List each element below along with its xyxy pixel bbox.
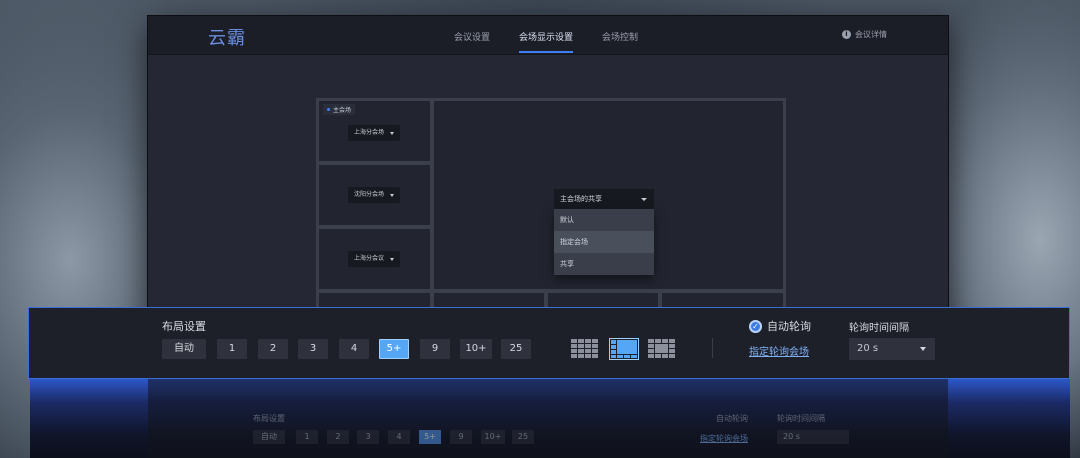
reflection-content: 布局设置 自动 1 2 3 4 5+ 9 10+ 25 自动轮询 指定轮询会场 … xyxy=(30,379,1070,458)
panel-divider xyxy=(712,338,713,358)
cell-venue-2[interactable]: 沈阳分会场 xyxy=(319,165,430,225)
focus-layout-icon[interactable] xyxy=(609,338,639,360)
reflection-button-auto: 自动 xyxy=(253,430,285,444)
specify-rotation-venues-link[interactable]: 指定轮询会场 xyxy=(749,343,809,358)
reflection-interval-value: 20 s xyxy=(777,430,849,444)
share-source-dropdown: 默认 指定会场 共享 xyxy=(554,209,654,275)
main-venue-label: 主会场 xyxy=(333,107,352,114)
dropdown-option-share[interactable]: 共享 xyxy=(554,253,654,275)
reflection-button-1: 1 xyxy=(296,430,318,444)
tab-venue-display-settings[interactable]: 会场显示设置 xyxy=(519,30,574,53)
cell-main-venue[interactable]: 主会场 上海分会场 xyxy=(319,101,430,161)
layout-button-5plus[interactable]: 5+ xyxy=(379,339,409,359)
grid-layout-icon[interactable] xyxy=(570,338,600,360)
share-source-select[interactable]: 主会场的共享 xyxy=(554,189,654,209)
reflection-link: 指定轮询会场 xyxy=(700,434,748,443)
auto-rotate-label: 自动轮询 xyxy=(767,320,811,333)
layout-button-2[interactable]: 2 xyxy=(258,339,288,359)
tab-venue-control[interactable]: 会场控制 xyxy=(602,30,638,43)
venue-select-1[interactable]: 上海分会场 xyxy=(348,125,401,141)
reflection-interval-label: 轮询时间间隔 xyxy=(777,414,825,423)
mixed-layout-icon[interactable] xyxy=(647,338,677,360)
reflection-button-5plus: 5+ xyxy=(419,430,441,444)
panel-reflection: 布局设置 自动 1 2 3 4 5+ 9 10+ 25 自动轮询 指定轮询会场 … xyxy=(30,379,1070,458)
venue-select-3[interactable]: 上海分会议 xyxy=(348,251,401,267)
reflection-auto-rotate: 自动轮询 xyxy=(716,414,748,423)
layout-button-1[interactable]: 1 xyxy=(217,339,247,359)
cell-venue-3[interactable]: 上海分会议 xyxy=(319,229,430,289)
main-venue-tag: 主会场 xyxy=(323,104,356,115)
layout-button-9[interactable]: 9 xyxy=(420,339,450,359)
rotation-interval-select[interactable]: 20 s xyxy=(849,338,935,360)
layout-button-10plus[interactable]: 10+ xyxy=(460,339,492,359)
reflection-button-4: 4 xyxy=(388,430,410,444)
layout-button-25[interactable]: 25 xyxy=(501,339,531,359)
reflection-button-3: 3 xyxy=(357,430,379,444)
reflection-button-25: 25 xyxy=(512,430,534,444)
reflection-button-2: 2 xyxy=(327,430,349,444)
reflection-button-9: 9 xyxy=(450,430,472,444)
main-venue-dot-icon xyxy=(327,108,330,111)
top-navigation-bar: 云霸 会议设置 会场显示设置 会场控制 i 会议详情 xyxy=(148,16,948,55)
layout-settings-title: 布局设置 xyxy=(162,320,206,333)
check-icon: ✓ xyxy=(749,319,762,333)
meeting-details-label: 会议详情 xyxy=(855,30,887,39)
tab-meeting-settings[interactable]: 会议设置 xyxy=(454,30,490,43)
layout-button-3[interactable]: 3 xyxy=(298,339,328,359)
dropdown-option-default[interactable]: 默认 xyxy=(554,209,654,231)
auto-rotate-checkbox[interactable]: ✓ 自动轮询 xyxy=(749,318,811,334)
info-icon: i xyxy=(842,30,851,39)
dropdown-option-specified-venue[interactable]: 指定会场 xyxy=(554,231,654,253)
layout-button-4[interactable]: 4 xyxy=(339,339,369,359)
main-tabs: 会议设置 会场显示设置 会场控制 xyxy=(148,16,948,54)
reflection-button-10plus: 10+ xyxy=(481,430,505,444)
layout-settings-panel: 布局设置 自动 1 2 3 4 5+ 9 10+ 25 ✓ 自动轮询 指定轮询会… xyxy=(28,307,1070,379)
venue-select-2[interactable]: 沈阳分会场 xyxy=(348,187,401,203)
layout-preview: 主会场 上海分会场 沈阳分会场 上海分会议 xyxy=(316,98,786,324)
rotation-interval-label: 轮询时间间隔 xyxy=(849,323,909,334)
reflection-title: 布局设置 xyxy=(253,414,285,423)
meeting-details-link[interactable]: i 会议详情 xyxy=(842,29,887,40)
layout-button-auto[interactable]: 自动 xyxy=(162,339,206,359)
